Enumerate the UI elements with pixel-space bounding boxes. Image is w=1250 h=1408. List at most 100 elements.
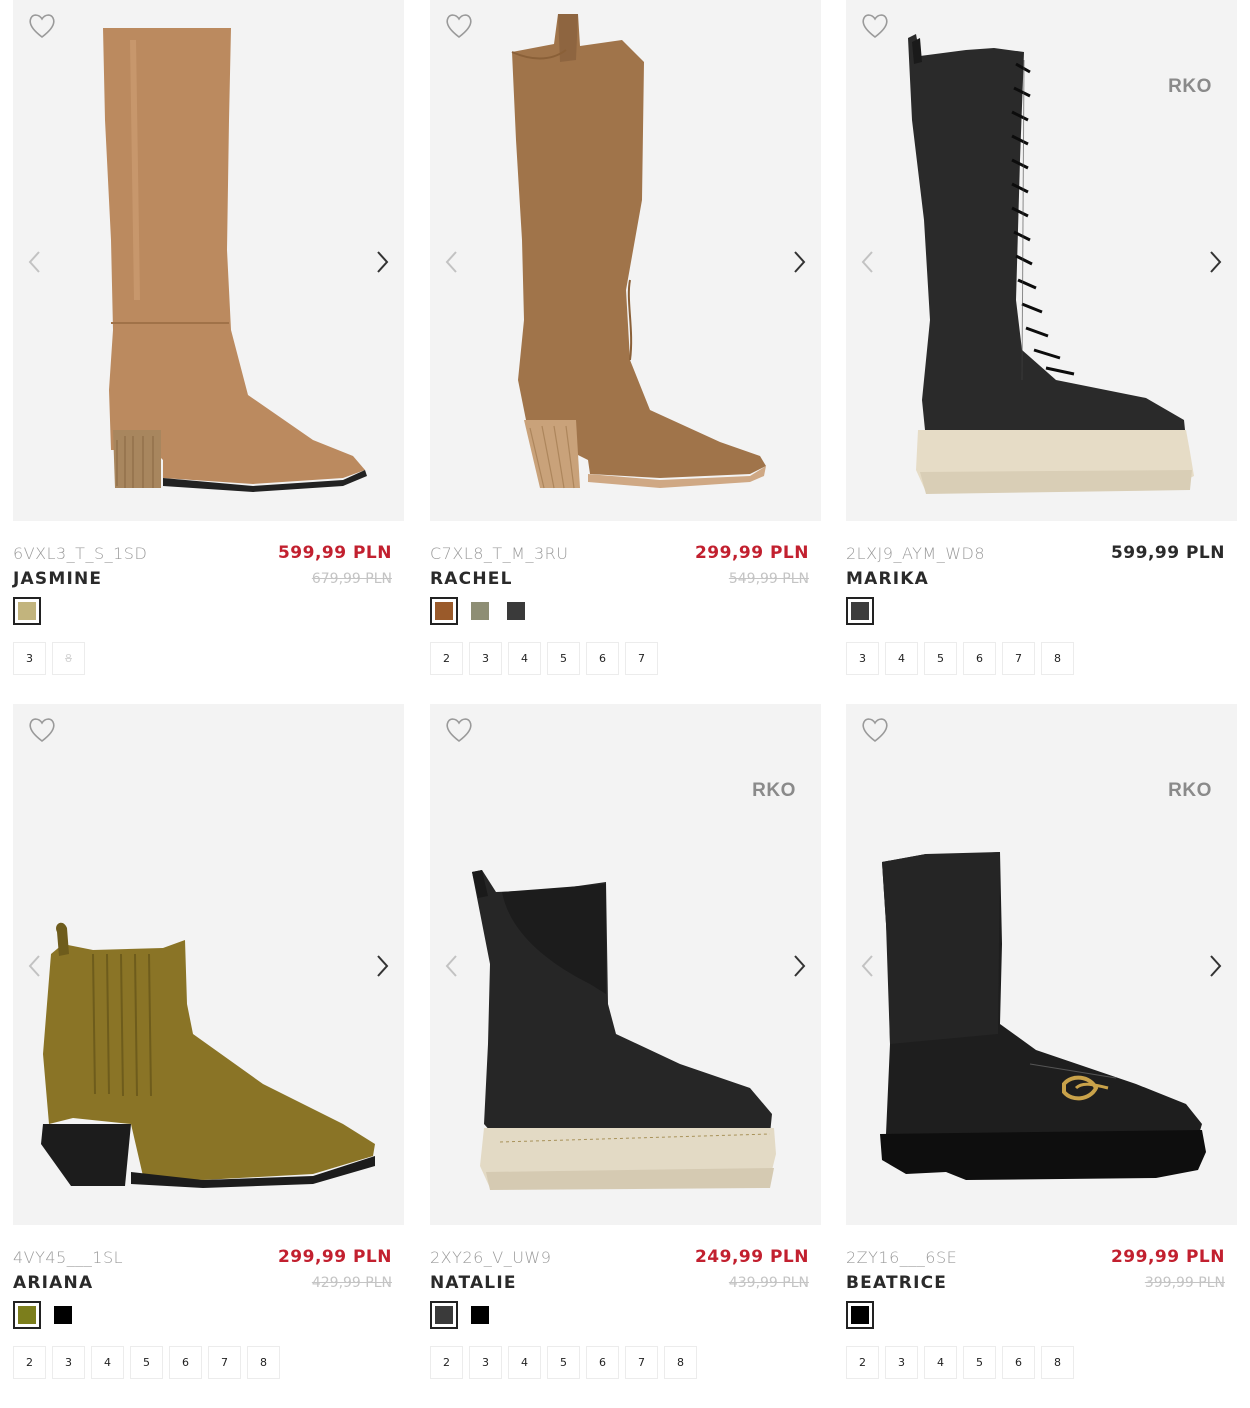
chevron-right-icon[interactable] [789,248,809,276]
chevron-left-icon[interactable] [858,952,878,980]
color-swatches [13,1301,77,1329]
product-image[interactable]: RKO [430,704,821,1225]
product-name[interactable]: BEATRICE [846,1273,947,1293]
product-sku: 2LXJ9_AYM_WD8 [846,544,986,563]
product-image[interactable] [13,704,404,1225]
chevron-right-icon[interactable] [789,952,809,980]
size-option[interactable]: 7 [208,1346,241,1379]
favorite-heart-icon[interactable] [860,12,890,40]
size-option[interactable]: 8 [664,1346,697,1379]
product-image[interactable] [13,0,404,521]
size-option[interactable]: 5 [924,642,957,675]
size-option[interactable]: 5 [963,1346,996,1379]
size-option[interactable]: 4 [508,1346,541,1379]
size-list: 2 3 4 5 6 8 [846,1346,1074,1379]
product-name[interactable]: MARIKA [846,569,929,589]
size-option[interactable]: 2 [846,1346,879,1379]
size-option[interactable]: 5 [547,642,580,675]
size-option[interactable]: 3 [52,1346,85,1379]
favorite-heart-icon[interactable] [444,716,474,744]
product-card[interactable]: RKO 2LXJ9_AYM_WD8 MARIKA 599,99 PLN 3 4 … [846,0,1237,706]
size-list: 3 4 5 6 7 8 [846,642,1074,675]
product-sku: 2XY26_V_UW9 [430,1248,552,1267]
product-sku: 2ZY16___6SE [846,1248,958,1267]
brand-badge: RKO [1168,76,1212,97]
product-old-price: 439,99 PLN [728,1275,809,1291]
color-swatch[interactable] [430,597,458,625]
size-option[interactable]: 6 [963,642,996,675]
favorite-heart-icon[interactable] [27,12,57,40]
tall-suede-western-boot-image [511,14,766,489]
size-option[interactable]: 5 [130,1346,163,1379]
suede-chelsea-ankle-boot-image [41,922,375,1188]
product-old-price: 549,99 PLN [728,571,809,587]
size-option[interactable]: 3 [469,1346,502,1379]
size-option[interactable]: 4 [885,642,918,675]
size-option[interactable]: 7 [625,642,658,675]
chevron-left-icon[interactable] [25,248,45,276]
favorite-heart-icon[interactable] [860,716,890,744]
size-option[interactable]: 2 [430,1346,463,1379]
brand-badge: RKO [1168,780,1212,801]
product-name[interactable]: NATALIE [430,1273,517,1293]
chevron-left-icon[interactable] [442,248,462,276]
favorite-heart-icon[interactable] [444,12,474,40]
color-swatches [846,597,874,625]
color-swatch[interactable] [846,597,874,625]
size-option[interactable]: 7 [1002,642,1035,675]
size-option[interactable]: 5 [547,1346,580,1379]
chevron-left-icon[interactable] [442,952,462,980]
size-option[interactable]: 8 [1041,1346,1074,1379]
size-option[interactable]: 6 [1002,1346,1035,1379]
size-option[interactable]: 3 [469,642,502,675]
product-image[interactable]: RKO [846,704,1237,1225]
product-card[interactable]: C7XL8_T_M_3RU RACHEL 299,99 PLN 549,99 P… [430,0,821,706]
chevron-left-icon[interactable] [858,248,878,276]
chevron-right-icon[interactable] [1205,952,1225,980]
size-option[interactable]: 6 [586,642,619,675]
color-swatch[interactable] [466,1301,494,1329]
product-price: 249,99 PLN [694,1247,809,1267]
chevron-right-icon[interactable] [372,952,392,980]
size-option[interactable]: 3 [846,642,879,675]
product-name[interactable]: RACHEL [430,569,513,589]
size-option[interactable]: 6 [586,1346,619,1379]
size-option[interactable]: 8 [247,1346,280,1379]
product-old-price: 399,99 PLN [1144,1275,1225,1291]
size-option[interactable]: 4 [91,1346,124,1379]
size-option[interactable]: 3 [13,642,46,675]
product-price: 299,99 PLN [277,1247,392,1267]
size-option[interactable]: 3 [885,1346,918,1379]
product-name[interactable]: JASMINE [13,569,102,589]
size-option[interactable]: 4 [508,642,541,675]
favorite-heart-icon[interactable] [27,716,57,744]
size-list: 2 3 4 5 6 7 8 [430,1346,697,1379]
product-card[interactable]: RKO 2ZY16___6SE BEATRICE 299,99 PLN 399,… [846,704,1237,1408]
size-option[interactable]: 4 [924,1346,957,1379]
color-swatch[interactable] [13,1301,41,1329]
chevron-right-icon[interactable] [1205,248,1225,276]
chevron-right-icon[interactable] [372,248,392,276]
color-swatch[interactable] [846,1301,874,1329]
color-swatch[interactable] [466,597,494,625]
product-card[interactable]: 4VY45___1SL ARIANA 299,99 PLN 429,99 PLN… [13,704,404,1408]
size-option[interactable]: 2 [430,642,463,675]
size-option[interactable]: 7 [625,1346,658,1379]
size-option[interactable]: 2 [13,1346,46,1379]
size-list: 3 8 [13,642,85,675]
color-swatch[interactable] [13,597,41,625]
product-image[interactable] [430,0,821,521]
product-name[interactable]: ARIANA [13,1273,93,1293]
product-image[interactable]: RKO [846,0,1237,521]
product-price: 599,99 PLN [1110,543,1225,563]
product-card[interactable]: RKO 2XY26_V_UW9 NATALIE 249,99 PLN 439,9… [430,704,821,1408]
color-swatch[interactable] [49,1301,77,1329]
color-swatch[interactable] [502,597,530,625]
product-price: 299,99 PLN [1110,1247,1225,1267]
size-option[interactable]: 8 [1041,642,1074,675]
product-card[interactable]: 6VXL3_T_S_1SD JASMINE 599,99 PLN 679,99 … [13,0,404,706]
chevron-left-icon[interactable] [25,952,45,980]
size-option[interactable]: 6 [169,1346,202,1379]
color-swatches [430,1301,494,1329]
color-swatch[interactable] [430,1301,458,1329]
